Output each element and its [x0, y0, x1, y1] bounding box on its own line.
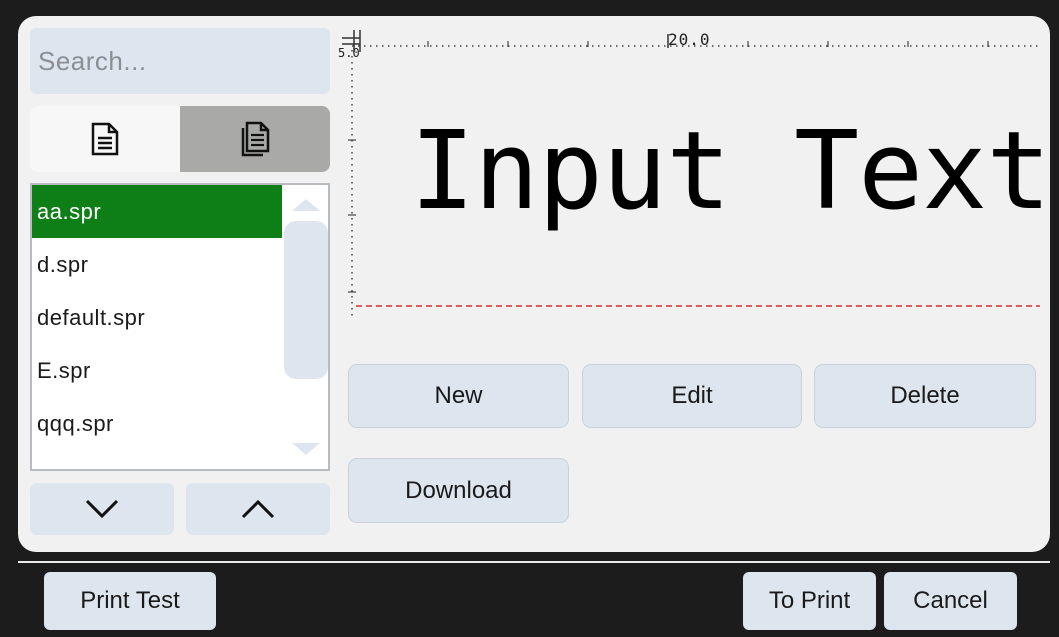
cancel-button[interactable]: Cancel — [884, 572, 1017, 630]
download-button[interactable]: Download — [348, 458, 569, 523]
footer-divider — [18, 561, 1050, 563]
view-toggle — [30, 106, 330, 172]
horizontal-ruler-label: 20.0 — [668, 30, 711, 49]
scrollbar-thumb[interactable] — [284, 221, 328, 379]
vertical-ruler-label: 5.0 — [338, 46, 360, 60]
delete-button[interactable]: Delete — [814, 364, 1036, 428]
document-icon — [91, 122, 119, 156]
preview-text[interactable]: Input Text — [410, 118, 1051, 226]
file-list[interactable]: aa.spr d.spr default.spr E.spr qqq.spr — [30, 183, 330, 471]
print-test-button[interactable]: Print Test — [44, 572, 216, 630]
list-item[interactable]: d.spr — [32, 238, 282, 291]
new-button[interactable]: New — [348, 364, 569, 428]
move-down-button[interactable] — [30, 483, 174, 535]
documents-icon — [241, 121, 270, 157]
to-print-button[interactable]: To Print — [743, 572, 876, 630]
list-item[interactable]: aa.spr — [32, 185, 282, 238]
edit-button[interactable]: Edit — [582, 364, 802, 428]
list-item[interactable]: E.spr — [32, 344, 282, 397]
file-list-scrollbar[interactable] — [284, 185, 328, 469]
list-item[interactable]: default.spr — [32, 291, 282, 344]
multi-document-view-button[interactable] — [180, 106, 330, 172]
search-input[interactable] — [36, 44, 324, 78]
chevron-up-icon — [241, 499, 275, 519]
search-box[interactable] — [30, 28, 330, 94]
list-item[interactable]: qqq.spr — [32, 397, 282, 450]
scroll-up-arrow-icon[interactable] — [292, 199, 320, 211]
move-up-button[interactable] — [186, 483, 330, 535]
file-list-items: aa.spr d.spr default.spr E.spr qqq.spr — [32, 185, 282, 450]
scroll-down-arrow-icon[interactable] — [292, 443, 320, 455]
message-preview[interactable]: 20.0 5.0 Input Text — [338, 30, 1051, 320]
chevron-down-icon — [85, 499, 119, 519]
single-document-view-button[interactable] — [30, 106, 180, 172]
